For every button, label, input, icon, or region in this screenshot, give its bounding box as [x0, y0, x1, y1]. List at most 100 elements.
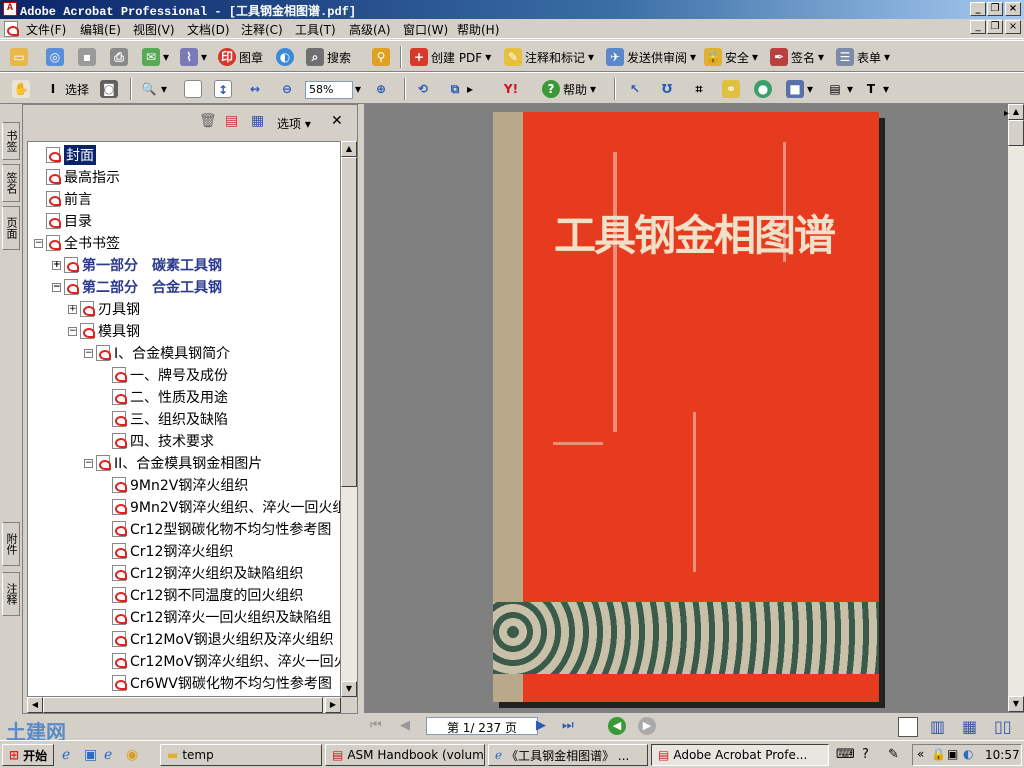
bookmark-item[interactable]: Cr12钢淬火一回火组织及缺陷组 — [100, 606, 331, 628]
scroll-right-icon[interactable]: ▶ — [325, 697, 341, 713]
bookmark-item[interactable]: Cr6WV钢碳化物不均匀性参考图 — [100, 672, 332, 694]
options-button[interactable]: 选项 ▾ — [277, 115, 311, 132]
zoom-out-icon[interactable]: ⊖ — [278, 79, 296, 99]
bookmark-item[interactable]: Cr12型钢碳化物不均匀性参考图 — [100, 518, 331, 540]
rotate-icon[interactable]: ⟲ — [414, 79, 432, 99]
taskbar-item-acrobat[interactable]: ▤ Adobe Acrobat Profe... — [651, 744, 829, 766]
menu-help[interactable]: 帮助(H) — [457, 21, 499, 37]
zoom-in-icon[interactable]: ⊕ — [372, 79, 390, 99]
security-tray-icon[interactable]: 🔒 — [931, 747, 946, 761]
menu-view[interactable]: 视图(V) — [133, 21, 175, 37]
collapse-icon[interactable]: − — [84, 348, 93, 358]
forms-button[interactable]: ☰ 表单 ▾ — [836, 47, 890, 67]
start-button[interactable]: ⊞ 开始 — [2, 744, 54, 766]
page-number-field[interactable]: 第 1/ 237 页 — [426, 717, 538, 735]
menu-comments[interactable]: 注释(C) — [241, 21, 283, 37]
bookmark-item[interactable]: 三、组织及缺陷 — [100, 408, 228, 430]
select-tool-button[interactable]: I 选择 — [44, 79, 89, 99]
scroll-left-icon[interactable]: ◀ — [27, 697, 43, 713]
document-scrollbar[interactable]: ▲ ▼ — [1008, 104, 1024, 712]
fit-page-icon[interactable]: ↕ — [214, 79, 232, 99]
sign-button[interactable]: ✒ 签名 ▾ — [770, 47, 824, 67]
doc-scroll-up-icon[interactable]: ▲ — [1008, 104, 1024, 120]
collapse-icon[interactable]: − — [34, 238, 43, 248]
bookmark-item[interactable]: 最高指示 — [34, 166, 120, 188]
ime-icon[interactable]: ✎ — [888, 747, 899, 762]
new-bookmark-icon[interactable]: ▤ — [225, 113, 238, 129]
ie-icon[interactable]: ℯ — [62, 747, 70, 763]
tree-vertical-scrollbar[interactable]: ▲ ▼ — [341, 141, 357, 697]
print-icon[interactable]: ⎙ — [110, 47, 128, 67]
bookmark-item[interactable]: 封面 — [34, 144, 96, 166]
tab-comments[interactable]: 注释 — [2, 572, 20, 616]
menu-edit[interactable]: 编辑(E) — [80, 21, 121, 37]
text-field-icon[interactable]: T ▾ — [862, 79, 889, 99]
media-icon[interactable]: ● — [754, 79, 772, 99]
bookmark-item[interactable]: 一、牌号及成份 — [100, 364, 228, 386]
bookmark-item[interactable]: Cr12钢淬火组织及缺陷组织 — [100, 562, 303, 584]
expand-icon[interactable]: + — [68, 304, 77, 314]
stamp-button[interactable]: 印图章 — [218, 47, 263, 67]
menu-advanced[interactable]: 高级(A) — [349, 21, 391, 37]
email-icon[interactable]: ✉ ▾ — [142, 47, 169, 67]
help-button[interactable]: ? 帮助 ▾ — [542, 79, 596, 99]
doc-scroll-down-icon[interactable]: ▼ — [1008, 696, 1024, 712]
collapse-icon[interactable]: − — [84, 458, 93, 468]
continuous-facing-icon[interactable]: ▯▯ — [994, 717, 1012, 736]
organizer-icon[interactable]: ◎ — [46, 47, 64, 67]
close-panel-icon[interactable]: ✕ — [331, 113, 343, 129]
go-forward-icon[interactable]: ▶ — [638, 717, 656, 735]
save-icon[interactable]: ▪ — [78, 47, 96, 67]
yahoo-icon[interactable]: Y! — [502, 79, 520, 99]
menu-window[interactable]: 窗口(W) — [403, 21, 448, 37]
restore-button[interactable]: ❐ — [987, 2, 1003, 16]
expand-icon[interactable]: + — [52, 260, 61, 270]
taskbar-item-asm[interactable]: ▤ ASM Handbook (volum... — [325, 744, 485, 766]
last-page-icon[interactable]: ⏭ — [562, 718, 574, 733]
tab-bookmarks[interactable]: 书签 — [2, 122, 20, 160]
document-view[interactable]: 工具钢金相图谱 — [364, 104, 1008, 712]
close-button[interactable]: × — [1005, 2, 1021, 16]
next-page-icon[interactable]: ▶ — [536, 718, 546, 733]
desktop-icon[interactable]: ▣ — [84, 747, 97, 763]
taskbar-item-browser[interactable]: ℯ 《工具钢金相图谱》 ... — [488, 744, 648, 766]
object-select-icon[interactable]: ↖ — [626, 79, 644, 99]
bookmark-item[interactable]: − 模具钢 — [68, 320, 140, 342]
minimize-button[interactable]: _ — [970, 2, 986, 16]
collapse-icon[interactable]: − — [52, 282, 61, 292]
globe-icon[interactable]: ◐ — [276, 47, 294, 67]
bookmark-item[interactable]: Cr12MoV钢淬火组织、淬火一回火 — [100, 650, 340, 672]
scroll-thumb[interactable] — [341, 157, 357, 487]
search-button[interactable]: ⌕ 搜索 — [306, 47, 351, 67]
bookmark-item[interactable]: Cr12MoV钢退火组织及淬火组织 — [100, 628, 334, 650]
document-icon[interactable] — [4, 21, 19, 37]
pages-icon[interactable]: ⧉ ▸ — [446, 79, 473, 99]
network-tray-icon[interactable]: ▣ — [947, 747, 958, 761]
open-icon[interactable]: ▭ — [10, 47, 28, 67]
doc-restore-button[interactable]: ❐ — [987, 20, 1003, 34]
hscroll-thumb[interactable] — [43, 697, 323, 713]
menu-file[interactable]: 文件(F) — [26, 21, 66, 37]
scroll-up-icon[interactable]: ▲ — [341, 141, 357, 157]
bookmark-item[interactable]: − II、合金模具钢金相图片 — [84, 452, 262, 474]
first-page-icon[interactable]: ⏮ — [370, 718, 382, 733]
bookmark-item[interactable]: Cr12钢淬火组织 — [100, 540, 233, 562]
fit-width-icon[interactable]: ↔ — [246, 79, 264, 99]
delete-bookmark-icon[interactable]: 🗑 — [199, 113, 217, 129]
crop-icon[interactable]: ⌗ — [690, 79, 708, 99]
menu-tools[interactable]: 工具(T) — [295, 21, 336, 37]
menu-document[interactable]: 文档(D) — [187, 21, 230, 37]
snapshot-icon[interactable]: ◙ — [100, 79, 118, 99]
messenger-tray-icon[interactable]: ◐ — [963, 747, 973, 761]
help-tray-icon[interactable]: ? — [862, 747, 869, 762]
page-up-arrow-icon[interactable]: ▸ — [1004, 108, 1009, 119]
tree-horizontal-scrollbar[interactable]: ◀ ▶ — [27, 697, 341, 713]
bookmark-item[interactable]: − 第二部分 合金工具钢 — [52, 276, 222, 298]
bookmark-item[interactable]: Cr12钢不同温度的回火组织 — [100, 584, 303, 606]
bookmark-item[interactable]: 目录 — [34, 210, 92, 232]
link-icon[interactable]: ⚭ — [722, 79, 740, 99]
bookmark-item[interactable]: + 第一部分 碳素工具钢 — [52, 254, 222, 276]
taskbar-item-temp[interactable]: ▬ temp — [160, 744, 322, 766]
bookmark-item[interactable]: 二、性质及用途 — [100, 386, 228, 408]
single-page-icon[interactable] — [898, 717, 918, 737]
